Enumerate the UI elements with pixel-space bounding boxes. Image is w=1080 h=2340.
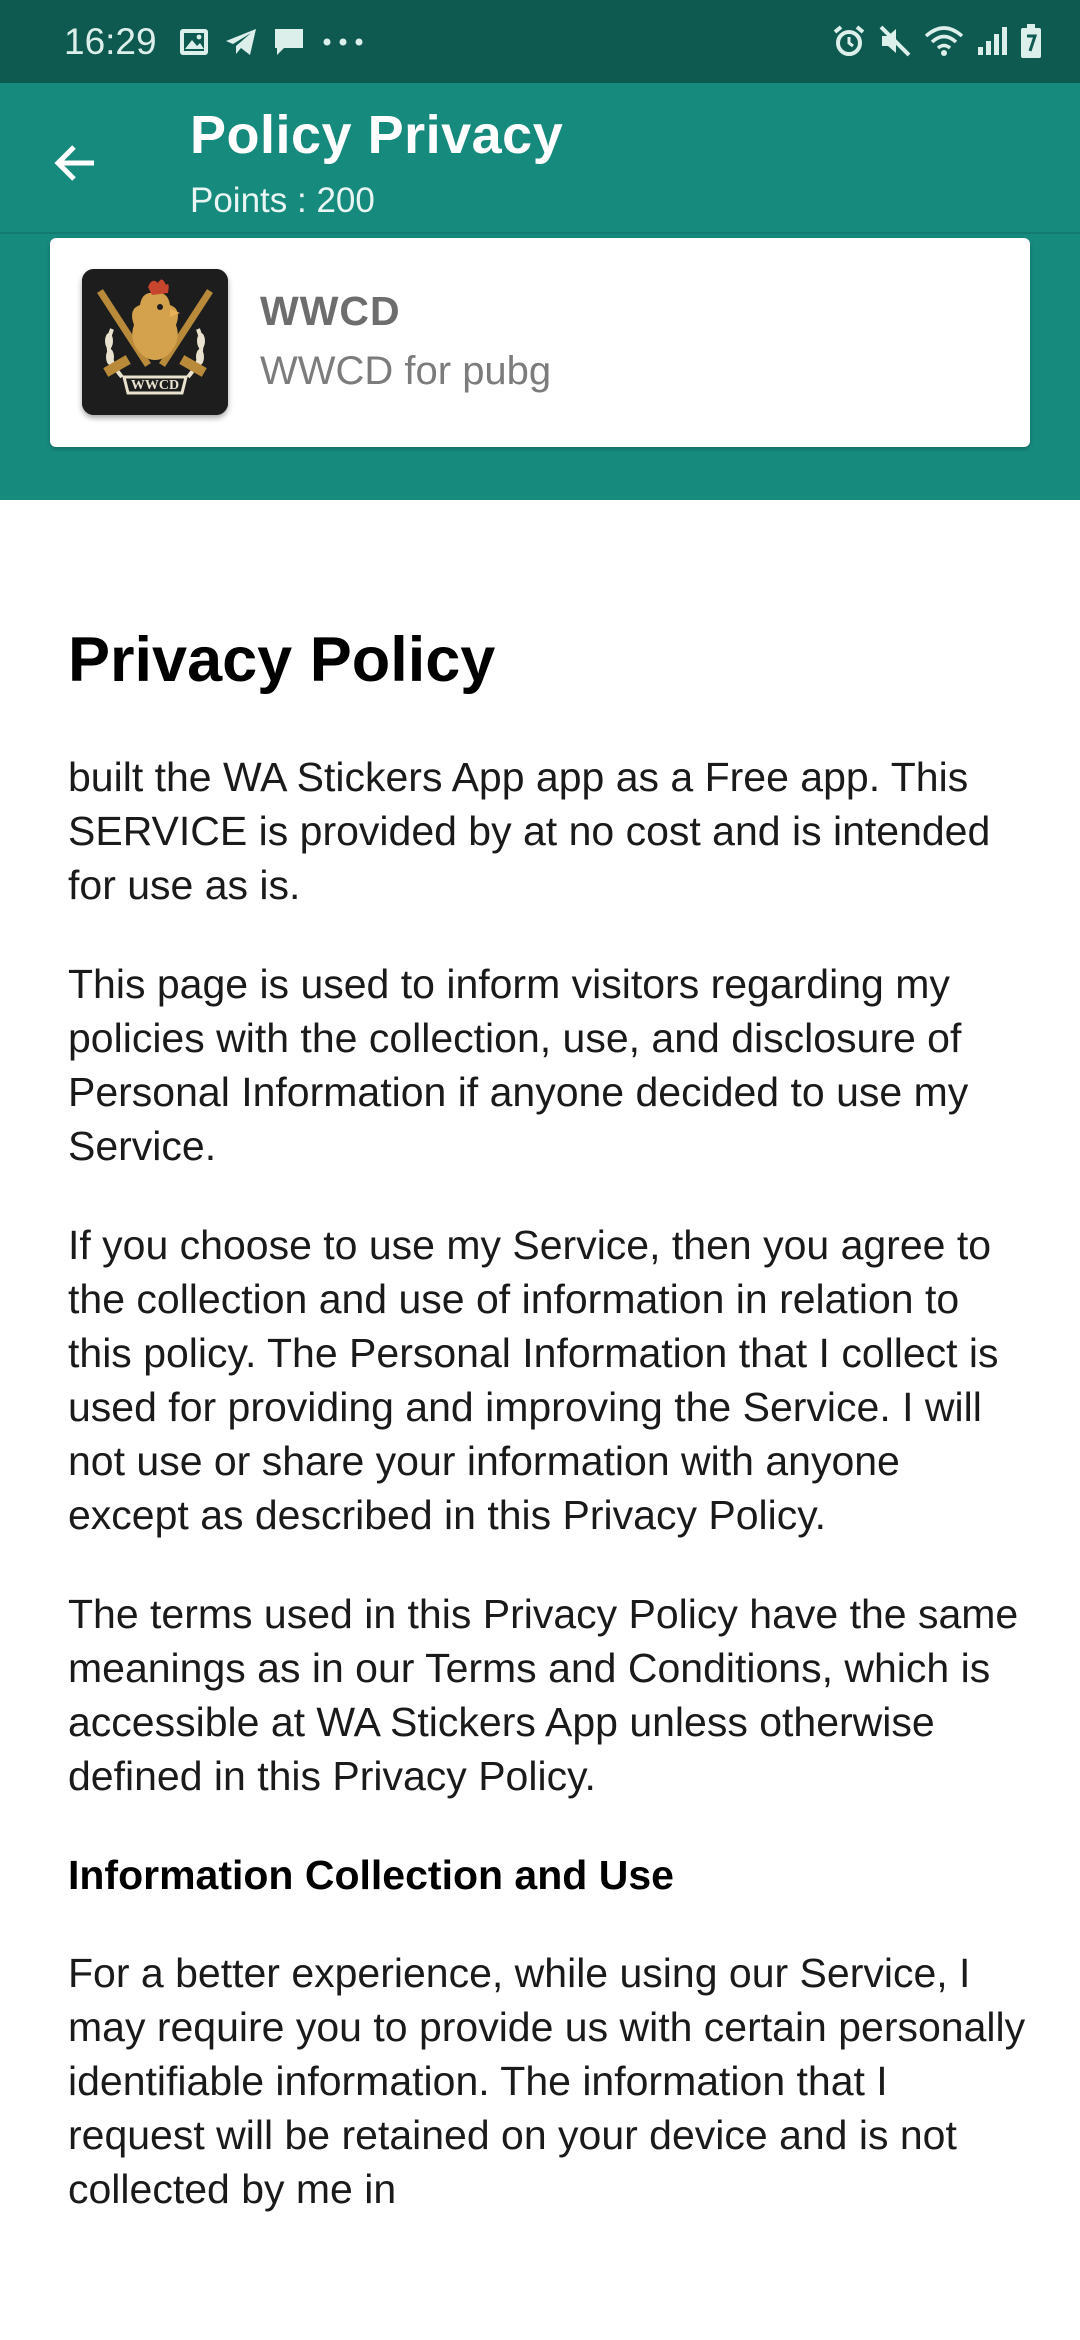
pack-description: WWCD for pubg [260, 349, 552, 393]
app-bar: Policy Privacy Points : 200 [0, 83, 1080, 234]
policy-heading: Privacy Policy [68, 625, 496, 695]
status-bar: 16:29 [0, 0, 1080, 83]
status-notification-icons [178, 22, 366, 62]
message-icon [275, 29, 303, 55]
more-dots-icon [323, 38, 363, 46]
section-paragraph: For a better experience, while using our… [68, 1950, 1026, 2212]
signal-icon [978, 27, 1007, 55]
policy-content: Privacy Policy built the WA Stickers App… [68, 620, 1028, 2261]
pack-badge-text: WWCD [130, 378, 180, 393]
policy-paragraph: If you choose to use my Service, then yo… [68, 1222, 999, 1538]
status-system-icons [832, 20, 1042, 62]
pack-thumbnail: WWCD [82, 269, 228, 415]
sticker-pack-card[interactable]: WWCD WWCD WWCD for pubg [50, 238, 1030, 447]
page-title: Policy Privacy [190, 105, 564, 165]
battery-icon [1021, 24, 1041, 58]
telegram-icon [226, 29, 256, 55]
status-time: 16:29 [64, 21, 157, 62]
alarm-icon [833, 25, 865, 56]
gallery-icon [180, 29, 208, 55]
arrow-back-icon [54, 145, 94, 181]
wifi-icon [924, 26, 964, 56]
policy-paragraph: built the WA Stickers App app as a Free … [68, 754, 991, 908]
back-button[interactable] [34, 123, 114, 203]
pack-name: WWCD [260, 288, 401, 334]
mute-icon [879, 25, 911, 57]
section-heading: Information Collection and Use [68, 1852, 674, 1898]
policy-paragraph: This page is used to inform visitors reg… [68, 961, 969, 1169]
points-label: Points : 200 [190, 181, 375, 220]
policy-paragraph: The terms used in this Privacy Policy ha… [68, 1591, 1019, 1799]
wwcd-logo-icon [82, 269, 228, 415]
